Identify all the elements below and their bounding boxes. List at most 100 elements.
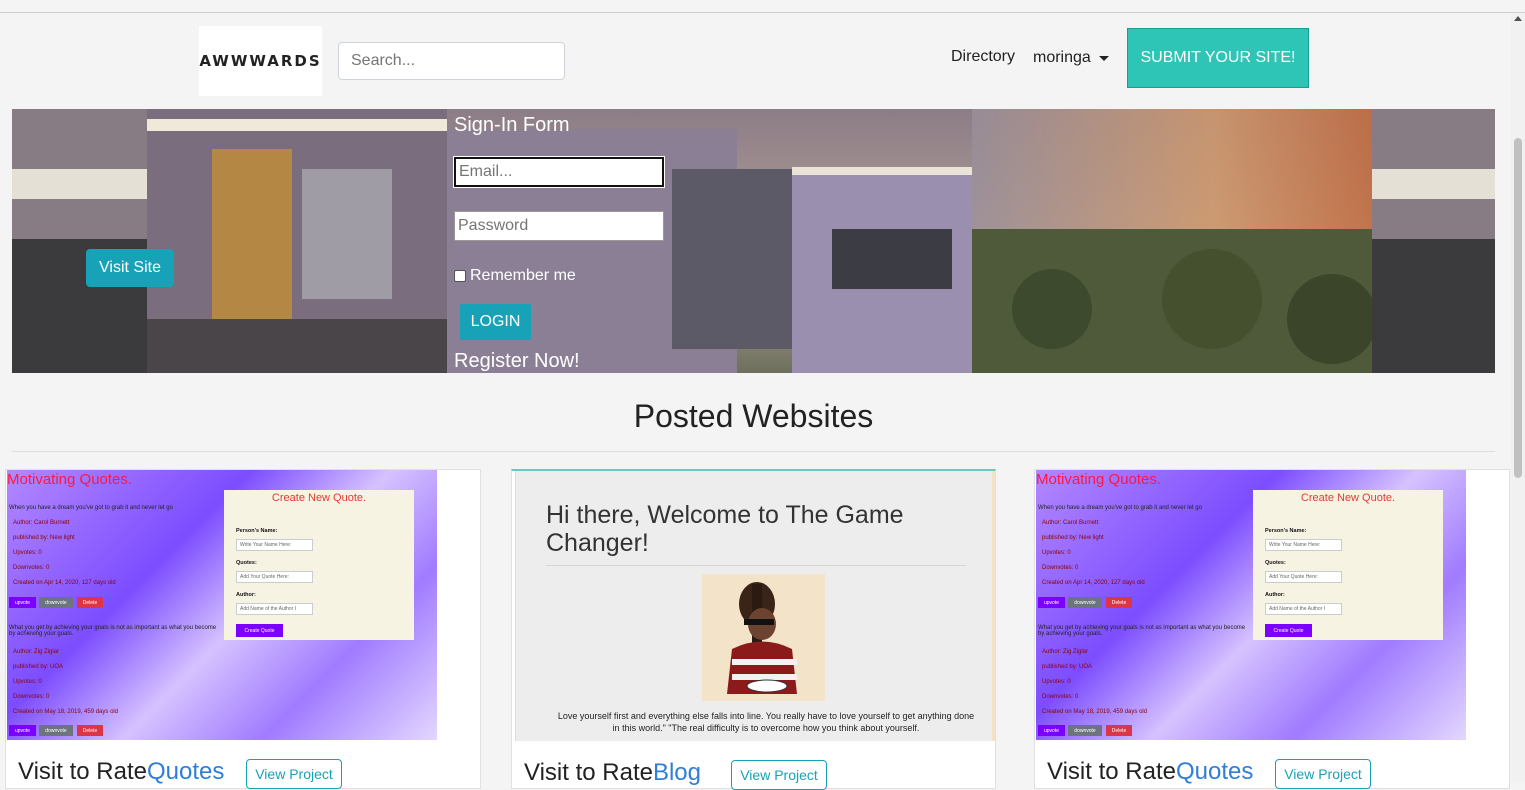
thumb-input: Add Name of the Author I (236, 603, 313, 615)
thumb-label: Quotes: (236, 560, 257, 566)
thumb-upvotes: Upvotes: 0 (13, 550, 42, 556)
password-field[interactable] (454, 211, 664, 241)
thumb-create-panel: Create New Quote. Person's Name: Write Y… (1253, 490, 1443, 640)
email-field[interactable] (453, 156, 665, 188)
thumb-author: Author: Zig Ziglar (1042, 649, 1089, 655)
thumb-input: Write Your Name Here: (236, 539, 313, 551)
thumb-published: published by: UOA (13, 664, 64, 670)
logo-text: AWWWARDS (199, 52, 322, 70)
view-project-button[interactable]: View Project (246, 759, 342, 789)
page-scrollbar[interactable] (1511, 13, 1525, 782)
thumb-label: Author: (236, 592, 256, 598)
thumb-quote: When you have a dream you've got to grab… (1038, 505, 1202, 511)
card-title-link[interactable]: Quotes (147, 758, 224, 785)
thumb-panel-title: Create New Quote. (271, 492, 367, 504)
hero-banner: Visit Site Sign-In Form Remember me LOGI… (12, 109, 1495, 373)
visit-site-button[interactable]: Visit Site (86, 249, 174, 287)
thumb-created: Created on May 18, 2019, 459 days old (13, 709, 119, 715)
thumb-create-button: Create Quote (1265, 624, 1312, 637)
section-title: Posted Websites (633, 398, 874, 434)
thumb-quote: What you get by achieving your goals is … (9, 625, 217, 637)
thumb-title: Motivating Quotes. (7, 471, 133, 488)
thumb-label: Author: (1265, 592, 1285, 598)
thumb-label: Person's Name: (1265, 528, 1307, 534)
thumb-upvote-button: upvote (1038, 597, 1065, 608)
thumb-divider (546, 565, 966, 566)
browser-top-strip (0, 0, 1525, 13)
thumb-title: Motivating Quotes. (1036, 471, 1162, 488)
card-title-link[interactable]: Quotes (1176, 758, 1253, 785)
girl-illustration-icon (727, 582, 797, 694)
thumb-upvote-button: upvote (9, 725, 36, 736)
remember-me-label: Remember me (470, 267, 576, 284)
search-input[interactable] (338, 42, 565, 80)
remember-me[interactable]: Remember me (454, 267, 576, 285)
thumb-created: Created on Apr 14, 2020, 127 days old (13, 580, 116, 586)
awwwards-logo[interactable]: AWWWARDS (199, 26, 322, 96)
project-thumbnail[interactable]: Motivating Quotes. When you have a dream… (7, 470, 437, 740)
thumb-downvotes: Downvotes: 0 (1042, 565, 1079, 571)
thumb-input: Add Your Quote Here: (236, 571, 313, 583)
thumb-published: published by: New light (13, 535, 75, 541)
thumb-downvote-button: downvote (1068, 725, 1102, 736)
scroll-up-icon[interactable] (1514, 16, 1522, 21)
thumb-downvotes: Downvotes: 0 (1042, 694, 1079, 700)
thumb-label: Quotes: (1265, 560, 1286, 566)
thumb-create-panel: Create New Quote. Person's Name: Write Y… (224, 490, 414, 640)
project-card: Hi there, Welcome to The Game Changer! L… (511, 469, 996, 790)
card-title-prefix: Visit to Rate (18, 758, 147, 785)
thumb-downvote-button: downvote (1068, 597, 1102, 608)
thumb-text: Love yourself first and everything else … (557, 711, 975, 733)
thumb-delete-button: Delete (1106, 597, 1132, 608)
thumb-label: Person's Name: (236, 528, 278, 534)
card-title-prefix: Visit to Rate (1047, 758, 1176, 785)
hero-background-image (12, 109, 1495, 373)
scrollbar-thumb[interactable] (1514, 138, 1522, 478)
thumb-upvotes: Upvotes: 0 (13, 679, 42, 685)
signin-form-title: Sign-In Form (454, 114, 570, 136)
thumb-downvotes: Downvotes: 0 (13, 565, 50, 571)
project-card: Motivating Quotes. When you have a dream… (1034, 469, 1510, 789)
thumb-upvote-button: upvote (9, 597, 36, 608)
user-name: moringa (1033, 49, 1091, 66)
view-project-button[interactable]: View Project (731, 760, 827, 790)
thumb-created: Created on Apr 14, 2020, 127 days old (1042, 580, 1145, 586)
thumb-upvotes: Upvotes: 0 (1042, 550, 1071, 556)
thumb-downvote-button: downvote (39, 725, 73, 736)
thumb-input: Add Name of the Author I (1265, 603, 1342, 615)
thumb-downvote-button: downvote (39, 597, 73, 608)
user-dropdown[interactable]: moringa (1033, 49, 1109, 67)
thumb-author: Author: Carol Burnett (13, 520, 70, 526)
thumb-delete-button: Delete (77, 597, 103, 608)
thumb-input: Add Your Quote Here: (1265, 571, 1342, 583)
project-card: Motivating Quotes. When you have a dream… (5, 469, 481, 789)
thumb-downvotes: Downvotes: 0 (13, 694, 50, 700)
thumb-create-button: Create Quote (236, 624, 283, 637)
thumb-upvotes: Upvotes: 0 (1042, 679, 1071, 685)
card-title: Visit to RateBlog (524, 759, 701, 787)
thumb-illustration (702, 574, 825, 701)
thumb-quote: What you get by achieving your goals is … (1038, 625, 1246, 637)
caret-down-icon (1098, 55, 1109, 61)
thumb-published: published by: UOA (1042, 664, 1093, 670)
register-link[interactable]: Register Now! (454, 350, 580, 373)
project-thumbnail[interactable]: Hi there, Welcome to The Game Changer! L… (515, 471, 995, 741)
thumb-delete-button: Delete (1106, 725, 1132, 736)
thumb-quote: When you have a dream you've got to grab… (9, 505, 173, 511)
thumb-input: Write Your Name Here: (1265, 539, 1342, 551)
thumb-upvote-button: upvote (1038, 725, 1065, 736)
thumb-author: Author: Zig Ziglar (13, 649, 60, 655)
view-project-button[interactable]: View Project (1275, 759, 1371, 789)
login-button[interactable]: LOGIN (460, 304, 531, 340)
thumb-panel-title: Create New Quote. (1300, 492, 1396, 504)
thumb-published: published by: New light (1042, 535, 1104, 541)
thumb-author: Author: Carol Burnett (1042, 520, 1099, 526)
submit-site-button[interactable]: SUBMIT YOUR SITE! (1127, 28, 1309, 88)
nav-directory-link[interactable]: Directory (951, 48, 1015, 66)
thumb-title: Hi there, Welcome to The Game Changer! (546, 501, 904, 557)
divider (12, 451, 1495, 452)
remember-me-checkbox[interactable] (454, 270, 466, 282)
card-footer: Visit to RateBlog (524, 759, 701, 787)
thumb-delete-button: Delete (77, 725, 103, 736)
project-thumbnail[interactable]: Motivating Quotes. When you have a dream… (1036, 470, 1466, 740)
